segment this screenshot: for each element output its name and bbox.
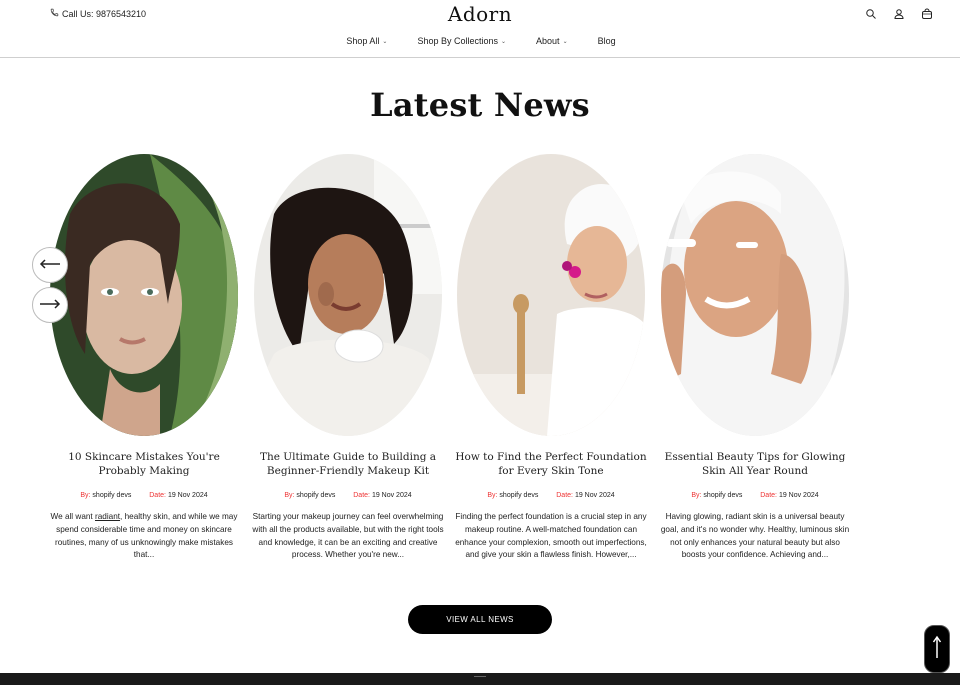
news-card[interactable]: The Ultimate Guide to Building a Beginne… [252, 154, 444, 562]
news-meta: By: shopify devs Date: 19 Nov 2024 [661, 492, 849, 499]
news-image[interactable] [661, 154, 849, 436]
post-date: 19 Nov 2024 [574, 492, 615, 499]
news-title[interactable]: 10 Skincare Mistakes You're Probably Mak… [44, 450, 244, 478]
date-label: Date: [556, 492, 573, 499]
chevron-down-icon: ⌄ [562, 38, 568, 45]
main-nav: Shop All ⌄ Shop By Collections ⌄ About ⌄… [0, 36, 960, 46]
excerpt-text: We all want [50, 512, 95, 521]
arrow-up-icon [932, 634, 942, 665]
nav-label: Blog [597, 36, 616, 46]
date-label: Date: [149, 492, 166, 499]
header-actions [864, 7, 934, 21]
news-image[interactable] [50, 154, 238, 436]
nav-label: Shop All [346, 36, 380, 46]
arrow-left-icon [39, 256, 61, 274]
author-name: shopify devs [296, 492, 336, 499]
post-date: 19 Nov 2024 [778, 492, 819, 499]
view-all-news-button[interactable]: VIEW ALL NEWS [408, 605, 552, 634]
search-icon[interactable] [864, 7, 878, 21]
news-meta: By: shopify devs Date: 19 Nov 2024 [254, 492, 442, 499]
by-label: By: [80, 492, 91, 499]
footer-divider [474, 676, 486, 677]
news-card[interactable]: 10 Skincare Mistakes You're Probably Mak… [50, 154, 238, 562]
news-excerpt: Finding the perfect foundation is a cruc… [455, 512, 647, 560]
author-name: shopify devs [703, 492, 743, 499]
news-image[interactable] [254, 154, 442, 436]
date-label: Date: [760, 492, 777, 499]
nav-item-about[interactable]: About ⌄ [536, 36, 568, 46]
author-name: shopify devs [499, 492, 539, 499]
nav-item-blog[interactable]: Blog [598, 36, 616, 46]
nav-item-shop-all[interactable]: Shop All ⌄ [346, 36, 387, 46]
site-header: Call Us: 9876543210 Adorn Shop All ⌄ Sho… [0, 0, 960, 58]
user-icon[interactable] [892, 7, 906, 21]
nav-item-shop-by-collections[interactable]: Shop By Collections ⌄ [417, 36, 506, 46]
carousel-next-button[interactable] [32, 287, 68, 323]
news-meta: By: shopify devs Date: 19 Nov 2024 [50, 492, 238, 499]
news-excerpt: We all want radiant, healthy skin, and w… [46, 511, 242, 562]
nav-label: About [536, 36, 560, 46]
nav-label: Shop By Collections [417, 36, 498, 46]
arrow-right-icon [39, 296, 61, 314]
by-label: By: [487, 492, 498, 499]
carousel-prev-button[interactable] [32, 247, 68, 283]
excerpt-link[interactable]: radiant [95, 512, 120, 521]
footer-strip [0, 673, 960, 685]
post-date: 19 Nov 2024 [371, 492, 412, 499]
news-image[interactable] [457, 154, 645, 436]
news-title[interactable]: Essential Beauty Tips for Glowing Skin A… [655, 450, 855, 478]
news-title[interactable]: The Ultimate Guide to Building a Beginne… [248, 450, 448, 478]
by-label: By: [691, 492, 702, 499]
post-date: 19 Nov 2024 [167, 492, 208, 499]
news-title[interactable]: How to Find the Perfect Foundation for E… [451, 450, 651, 478]
news-card[interactable]: How to Find the Perfect Foundation for E… [455, 154, 647, 562]
author-name: shopify devs [92, 492, 132, 499]
chevron-down-icon: ⌄ [501, 38, 507, 45]
news-excerpt: Having glowing, radiant skin is a univer… [660, 512, 850, 560]
news-meta: By: shopify devs Date: 19 Nov 2024 [457, 492, 645, 499]
chevron-down-icon: ⌄ [382, 38, 388, 45]
news-card[interactable]: Essential Beauty Tips for Glowing Skin A… [661, 154, 849, 562]
section-title: Latest News [370, 86, 590, 124]
date-label: Date: [353, 492, 370, 499]
news-excerpt: Starting your makeup journey can feel ov… [252, 512, 444, 560]
cart-icon[interactable] [920, 7, 934, 21]
by-label: By: [284, 492, 295, 499]
back-to-top-button[interactable] [924, 625, 950, 673]
site-logo[interactable]: Adorn [0, 2, 960, 26]
